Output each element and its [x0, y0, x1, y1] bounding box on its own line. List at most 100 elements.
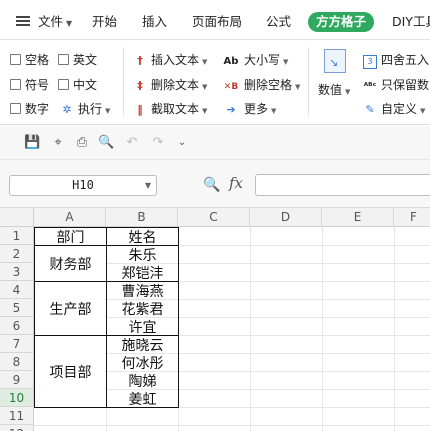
row-header-4[interactable]: 4	[0, 281, 34, 299]
undo-icon[interactable]: ↶	[124, 135, 140, 151]
more-button[interactable]: ➔ 更多 ▼	[222, 100, 276, 118]
arrow-right-icon: ➔	[226, 103, 236, 116]
extract-text-button[interactable]: ‖ 截取文本 ▼	[133, 100, 207, 118]
delete-text-label: 删除文本	[151, 78, 200, 92]
numeric-button[interactable]: ↘ 数值 ▼	[316, 45, 356, 99]
custom-icon: ✎	[365, 103, 375, 116]
print-preview-icon[interactable]: 🔍	[98, 135, 114, 151]
delete-space-icon: ✕B	[223, 82, 239, 92]
gridline	[34, 425, 430, 426]
column-header-f[interactable]: F	[394, 208, 430, 227]
chevron-down-icon: ▼	[420, 107, 426, 115]
column-header-c[interactable]: C	[178, 208, 250, 227]
column-header-d[interactable]: D	[250, 208, 322, 227]
numeric-label: 数值	[318, 83, 343, 97]
cell-b4[interactable]: 曹海燕	[107, 282, 178, 300]
delete-text-button[interactable]: ‡ 删除文本 ▼	[133, 76, 207, 94]
row-header-8[interactable]: 8	[0, 353, 34, 371]
checkbox-chinese[interactable]: 中文	[58, 76, 97, 94]
name-box[interactable]: H10 ▼	[9, 175, 157, 196]
column-header-e[interactable]: E	[322, 208, 394, 227]
cell-a4-merged[interactable]: 生产部	[35, 282, 106, 335]
table-border	[34, 227, 35, 408]
chevron-down-icon: ▼	[202, 83, 208, 91]
tab-file[interactable]: 文件 ▼	[38, 12, 72, 32]
zoom-icon[interactable]: 🔍	[203, 177, 220, 193]
row-header-3[interactable]: 3	[0, 263, 34, 281]
cell-b2[interactable]: 朱乐	[107, 246, 178, 264]
format-painter-icon[interactable]: ⌖	[50, 135, 66, 151]
table-border	[106, 227, 107, 408]
row-header-1[interactable]: 1	[0, 227, 34, 245]
tab-insert[interactable]: 插入	[142, 12, 167, 32]
tab-page-layout[interactable]: 页面布局	[192, 12, 242, 32]
insert-text-icon: †	[137, 54, 143, 67]
execute-button[interactable]: ✲ 执行 ▼	[60, 100, 110, 118]
customize-dropdown-icon[interactable]: ⌄	[174, 135, 190, 151]
tab-home[interactable]: 开始	[92, 12, 117, 32]
hamburger-menu-icon[interactable]	[16, 16, 30, 26]
round-button[interactable]: 3 四舍五入	[363, 51, 429, 69]
insert-text-label: 插入文本	[151, 53, 200, 67]
checkbox-number[interactable]: 数字	[10, 100, 49, 118]
select-all-corner[interactable]	[0, 208, 34, 227]
row-header-11[interactable]: 11	[0, 407, 34, 425]
chevron-down-icon: ▼	[105, 107, 111, 115]
cell-b6[interactable]: 许宜	[107, 318, 178, 336]
cell-b9[interactable]: 陶娣	[107, 372, 178, 390]
delete-space-button[interactable]: ✕B 删除空格 ▼	[222, 76, 301, 94]
chevron-down-icon: ▼	[144, 181, 151, 190]
cell-b3[interactable]: 郑铠沣	[107, 264, 178, 282]
tab-fangfang-gezi[interactable]: 方方格子	[308, 12, 375, 32]
checkbox-icon	[10, 103, 21, 114]
cell-b8[interactable]: 何冰彤	[107, 354, 178, 372]
cell-b1[interactable]: 姓名	[107, 228, 178, 246]
cell-b5[interactable]: 花紫君	[107, 300, 178, 318]
custom-label: 自定义	[381, 102, 418, 116]
redo-icon[interactable]: ↷	[150, 135, 166, 151]
row-header-6[interactable]: 6	[0, 317, 34, 335]
cell-b10[interactable]: 姜虹	[107, 390, 178, 408]
abc-icon: ᴬᴮᶜ	[363, 82, 377, 92]
chevron-down-icon: ▼	[295, 83, 301, 91]
row-header-12[interactable]: 12	[0, 425, 34, 431]
cell-a7-merged[interactable]: 项目部	[35, 336, 106, 407]
extract-text-label: 截取文本	[151, 102, 200, 116]
print-icon[interactable]: ⎙	[74, 135, 90, 151]
gridline	[250, 227, 251, 431]
insert-text-button[interactable]: † 插入文本 ▼	[133, 51, 207, 69]
checkbox-label: 中文	[73, 78, 98, 92]
ribbon: 空格 英文 符号 中文 数字 ✲ 执行 ▼ † 插入文本 ▼ ‡ 删除文本 ▼ ‖ 截取文本 ▼…	[0, 41, 430, 125]
chevron-down-icon: ▼	[66, 19, 73, 28]
spreadsheet-grid[interactable]: A B C D E F 1 2 3 4 5 6 7 8 9 10 11 12 部…	[0, 208, 430, 431]
column-header-b[interactable]: B	[106, 208, 178, 227]
checkbox-label: 数字	[25, 102, 50, 116]
keep-number-button[interactable]: ᴬᴮᶜ 只保留数	[363, 76, 429, 94]
cell-a1[interactable]: 部门	[35, 228, 106, 246]
checkbox-symbol[interactable]: 符号	[10, 76, 49, 94]
tab-formulas[interactable]: 公式	[266, 12, 291, 32]
row-header-9[interactable]: 9	[0, 371, 34, 389]
column-header-a[interactable]: A	[34, 208, 106, 227]
chevron-down-icon: ▼	[283, 58, 289, 66]
chevron-down-icon: ▼	[202, 58, 208, 66]
row-header-10[interactable]: 10	[0, 389, 34, 407]
checkbox-label: 英文	[73, 53, 98, 67]
checkbox-english[interactable]: 英文	[58, 51, 97, 69]
row-header-7[interactable]: 7	[0, 335, 34, 353]
chevron-down-icon: ▼	[345, 88, 351, 96]
row-header-5[interactable]: 5	[0, 299, 34, 317]
quick-access-toolbar: 💾 ⌖ ⎙ 🔍 ↶ ↷ ⌄	[0, 126, 430, 160]
cell-b7[interactable]: 施晓云	[107, 336, 178, 354]
formula-input[interactable]	[255, 174, 430, 196]
cell-a2-merged[interactable]: 财务部	[35, 246, 106, 281]
extract-text-icon: ‖	[137, 103, 143, 116]
checkbox-space[interactable]: 空格	[10, 51, 49, 69]
custom-button[interactable]: ✎ 自定义 ▼	[363, 100, 425, 118]
fx-icon[interactable]: fx	[229, 174, 243, 192]
save-icon[interactable]: 💾	[24, 135, 40, 151]
row-header-2[interactable]: 2	[0, 245, 34, 263]
tab-diy-tools[interactable]: DIY工具	[392, 12, 430, 32]
case-button[interactable]: Ab 大小写 ▼	[222, 51, 289, 69]
checkbox-icon	[58, 54, 69, 65]
